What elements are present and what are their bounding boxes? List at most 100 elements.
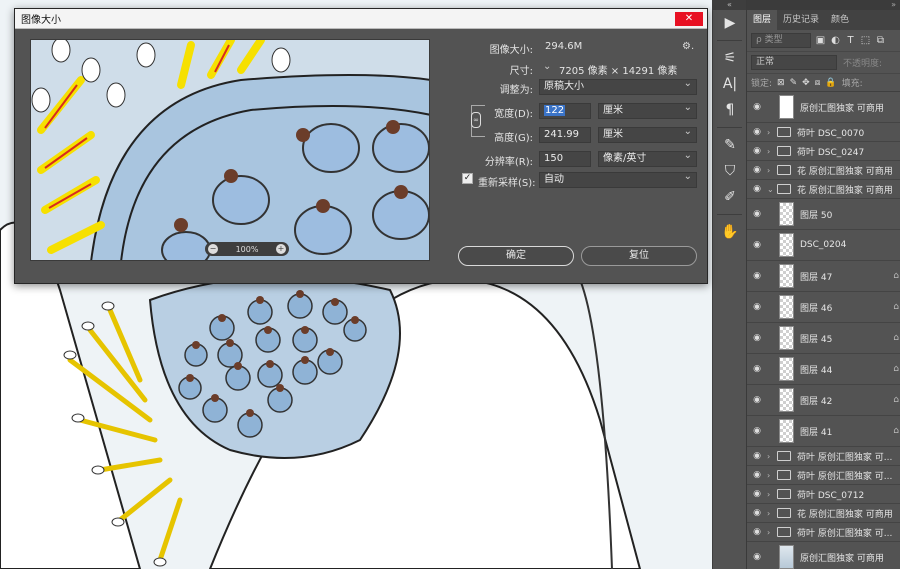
resolution-unit-select[interactable]: 像素/英寸 — [598, 149, 697, 167]
panel-collapse[interactable]: » — [747, 0, 900, 10]
layer-list: ◉ 原创汇图独家 可商用 ◉ › 荷叶 DSC_0070 ◉ › 荷叶 DSC_0247 ◉ › 花… — [747, 92, 900, 569]
group-collapsed-arrow-icon[interactable]: › — [767, 452, 777, 461]
tab-layers[interactable]: 图层 — [747, 10, 778, 30]
resample-checkbox[interactable]: ✓ — [462, 173, 473, 184]
tab-color[interactable]: 颜色 — [825, 10, 855, 30]
image-preview[interactable]: − 100% + — [30, 39, 430, 261]
visibility-eye-icon[interactable]: ◉ — [747, 489, 767, 499]
close-button[interactable]: ✕ — [675, 12, 703, 26]
lock-position-icon[interactable]: ✥ — [802, 78, 810, 88]
layer-row[interactable]: ◉ › 荷叶 原创汇图独家 可... — [747, 466, 900, 485]
visibility-eye-icon[interactable]: ◉ — [747, 184, 767, 194]
layer-thumbnail — [779, 202, 794, 226]
layer-thumbnail — [779, 326, 794, 350]
visibility-eye-icon[interactable]: ◉ — [747, 364, 767, 374]
group-collapsed-arrow-icon[interactable]: › — [767, 128, 777, 137]
visibility-eye-icon[interactable]: ◉ — [747, 302, 767, 312]
layer-row[interactable]: ◉ 图层 41 ⌂ — [747, 416, 900, 447]
group-collapsed-arrow-icon[interactable]: › — [767, 509, 777, 518]
shape-filter-icon[interactable]: ⬚ — [860, 35, 871, 46]
layer-row[interactable]: ◉ › 荷叶 原创汇图独家 可... — [747, 523, 900, 542]
paragraph-icon[interactable]: ¶ — [713, 97, 747, 123]
layer-row[interactable]: ◉ 图层 42 ⌂ — [747, 385, 900, 416]
visibility-eye-icon[interactable]: ◉ — [747, 102, 767, 112]
group-collapsed-arrow-icon[interactable]: › — [767, 528, 777, 537]
blend-mode-select[interactable]: 正常 — [751, 55, 837, 70]
height-input[interactable]: 241.99 — [539, 127, 591, 143]
zoom-in-button[interactable]: + — [276, 244, 286, 254]
layer-row[interactable]: ◉ DSC_0204 — [747, 230, 900, 261]
visibility-eye-icon[interactable]: ◉ — [747, 552, 767, 562]
type-filter-icon[interactable]: T — [845, 35, 856, 46]
layer-row[interactable]: ◉ 图层 45 ⌂ — [747, 323, 900, 354]
zoom-out-button[interactable]: − — [208, 244, 218, 254]
layer-row[interactable]: ◉ 原创汇图独家 可商用 — [747, 542, 900, 569]
ok-button[interactable]: 确定 — [458, 246, 574, 266]
layer-row[interactable]: ◉ › 荷叶 DSC_0070 — [747, 123, 900, 142]
layer-row[interactable]: ◉ › 花 原创汇图独家 可商用 — [747, 161, 900, 180]
visibility-eye-icon[interactable]: ◉ — [747, 470, 767, 480]
character-icon[interactable]: A| — [713, 71, 747, 97]
layer-name: 花 原创汇图独家 可商用 — [797, 509, 893, 520]
tab-history[interactable]: 历史记录 — [777, 10, 825, 30]
layer-kind-filter[interactable]: ρ 类型 — [751, 33, 811, 48]
dimensions-label: 尺寸: — [509, 66, 533, 77]
layer-row[interactable]: ◉ › 荷叶 DSC_0247 — [747, 142, 900, 161]
layer-name: 原创汇图独家 可商用 — [800, 103, 884, 114]
visibility-eye-icon[interactable]: ◉ — [747, 146, 767, 156]
hand-icon[interactable]: ✋ — [713, 219, 747, 245]
resolution-input[interactable]: 150 — [539, 151, 591, 167]
width-input[interactable]: 122 — [539, 103, 591, 119]
brush-preset-icon[interactable]: ✐ — [713, 184, 747, 210]
width-unit-select[interactable]: 厘米 — [598, 101, 697, 119]
smart-object-filter-icon[interactable]: ⧉ — [875, 35, 886, 46]
visibility-eye-icon[interactable]: ◉ — [747, 271, 767, 281]
layer-row[interactable]: ◉ › 荷叶 DSC_0712 — [747, 485, 900, 504]
visibility-eye-icon[interactable]: ◉ — [747, 127, 767, 137]
dimensions-dropdown-icon[interactable]: ⌄ — [543, 61, 551, 72]
pixel-filter-icon[interactable]: ▣ — [815, 35, 826, 46]
visibility-eye-icon[interactable]: ◉ — [747, 395, 767, 405]
layer-lock-icon: ⌂ — [893, 395, 899, 405]
fit-to-select[interactable]: 原稿大小 — [539, 77, 697, 95]
group-collapsed-arrow-icon[interactable]: › — [767, 147, 777, 156]
layer-row[interactable]: ◉ › 荷叶 原创汇图独家 可... — [747, 447, 900, 466]
reset-button[interactable]: 复位 — [581, 246, 697, 266]
layer-row[interactable]: ◉ 原创汇图独家 可商用 — [747, 92, 900, 123]
visibility-eye-icon[interactable]: ◉ — [747, 165, 767, 175]
visibility-eye-icon[interactable]: ◉ — [747, 508, 767, 518]
visibility-eye-icon[interactable]: ◉ — [747, 426, 767, 436]
settings-gear-icon[interactable]: ⚙. — [682, 41, 694, 52]
clone-stamp-icon[interactable]: ⛉ — [713, 158, 747, 184]
group-expanded-arrow-icon[interactable]: ⌄ — [767, 185, 777, 194]
layer-row[interactable]: ◉ 图层 46 ⌂ — [747, 292, 900, 323]
layer-row[interactable]: ◉ › 花 原创汇图独家 可商用 — [747, 504, 900, 523]
lock-image-icon[interactable]: ✎ — [790, 78, 798, 88]
play-action-icon[interactable]: ▶ — [713, 10, 747, 36]
layer-name: 图层 47 — [800, 272, 833, 283]
lock-artboard-icon[interactable]: ⧈ — [815, 78, 821, 88]
group-collapsed-arrow-icon[interactable]: › — [767, 166, 777, 175]
lock-transparent-icon[interactable]: ⊠ — [777, 78, 785, 88]
collapse-strip[interactable]: « — [713, 0, 746, 10]
height-unit-select[interactable]: 厘米 — [598, 125, 697, 143]
layer-row[interactable]: ◉ ⌄ 花 原创汇图独家 可商用 — [747, 180, 900, 199]
layer-row[interactable]: ◉ 图层 50 — [747, 199, 900, 230]
group-collapsed-arrow-icon[interactable]: › — [767, 490, 777, 499]
resample-method-select[interactable]: 自动 — [539, 170, 697, 188]
visibility-eye-icon[interactable]: ◉ — [747, 333, 767, 343]
lock-all-icon[interactable]: 🔒 — [825, 78, 836, 88]
group-collapsed-arrow-icon[interactable]: › — [767, 471, 777, 480]
brush-icon[interactable]: ✎ — [713, 132, 747, 158]
visibility-eye-icon[interactable]: ◉ — [747, 240, 767, 250]
layer-filter-row: ρ 类型 ▣ ◐ T ⬚ ⧉ — [747, 30, 900, 52]
layer-row[interactable]: ◉ 图层 47 ⌂ — [747, 261, 900, 292]
visibility-eye-icon[interactable]: ◉ — [747, 451, 767, 461]
dimensions-value: 7205 像素 × 14291 像素 — [559, 66, 678, 77]
adjust-sliders-icon[interactable]: ⚟ — [713, 45, 747, 71]
visibility-eye-icon[interactable]: ◉ — [747, 527, 767, 537]
layer-name: 图层 42 — [800, 396, 833, 407]
visibility-eye-icon[interactable]: ◉ — [747, 209, 767, 219]
layer-row[interactable]: ◉ 图层 44 ⌂ — [747, 354, 900, 385]
adjustment-filter-icon[interactable]: ◐ — [830, 35, 841, 46]
